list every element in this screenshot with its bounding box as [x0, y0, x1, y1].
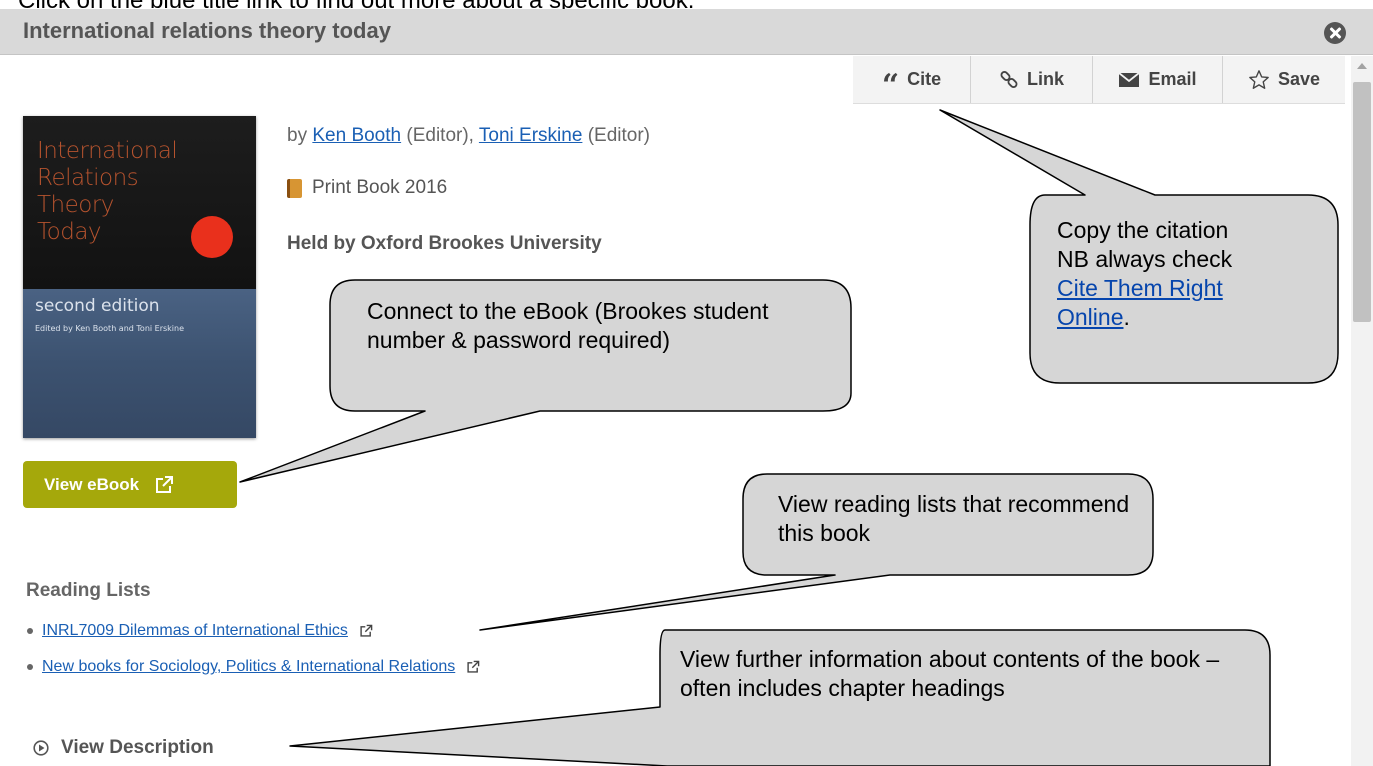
view-description-label: View Description: [61, 737, 214, 758]
cite-label: Cite: [907, 69, 942, 89]
author-link-toni-erskine[interactable]: Toni Erskine: [479, 125, 583, 146]
title-bar: International relations theory today: [0, 9, 1373, 55]
bullet-icon: [27, 628, 33, 634]
star-icon: [1249, 69, 1269, 89]
cite-them-right-link[interactable]: Cite Them Right Online: [1057, 275, 1223, 330]
email-label: Email: [1148, 69, 1197, 89]
book-icon: [287, 178, 302, 198]
author-link-ken-booth[interactable]: Ken Booth: [312, 125, 401, 146]
record-title: International relations theory today: [23, 18, 391, 43]
email-button[interactable]: Email: [1093, 56, 1223, 103]
list-item: New books for Sociology, Politics & Inte…: [27, 657, 480, 677]
lists-callout-text: View reading lists that recommend this b…: [778, 491, 1130, 546]
save-label: Save: [1277, 69, 1321, 89]
envelope-icon: [1118, 71, 1141, 87]
cite-callout-line2: NB always check: [1057, 246, 1233, 272]
cite-callout-period: .: [1123, 304, 1130, 330]
cover-title: International Relations Theory Today: [37, 138, 178, 245]
by-prefix: by: [287, 125, 308, 146]
format-label: Print Book 2016: [312, 177, 448, 198]
author-role: (Editor),: [406, 125, 474, 146]
cover-edition: second edition: [35, 296, 160, 316]
ebook-callout-text: Connect to the eBook (Brookes student nu…: [367, 298, 769, 353]
view-description-toggle[interactable]: View Description: [33, 737, 214, 759]
close-circle-icon[interactable]: [1324, 22, 1346, 44]
save-button[interactable]: Save: [1223, 56, 1345, 103]
cite-button[interactable]: “ Cite: [853, 56, 971, 103]
reading-list-link[interactable]: INRL7009 Dilemmas of International Ethic…: [42, 621, 348, 641]
external-link-icon: [156, 475, 174, 493]
holdings-text: Held by Oxford Brookes University: [287, 233, 602, 254]
cover-circle-graphic: [191, 216, 233, 258]
view-ebook-label: View eBook: [44, 474, 140, 494]
format-line: Print Book 2016: [287, 177, 447, 199]
link-button[interactable]: Link: [971, 56, 1093, 103]
cover-editors: Edited by Ken Booth and Toni Erskine: [35, 324, 185, 333]
author-byline: by Ken Booth (Editor), Toni Erskine (Edi…: [287, 125, 650, 147]
scroll-thumb[interactable]: [1353, 82, 1371, 322]
description-callout-text: View further information about contents …: [680, 646, 1220, 701]
link-label: Link: [1026, 69, 1064, 89]
book-cover-image[interactable]: International Relations Theory Today sec…: [23, 116, 256, 438]
list-item: INRL7009 Dilemmas of International Ethic…: [27, 621, 480, 641]
action-toolbar: “ Cite Link Email Save: [853, 56, 1345, 104]
view-ebook-button[interactable]: View eBook: [23, 461, 237, 508]
bullet-icon: [27, 664, 33, 670]
external-link-icon: [467, 660, 480, 673]
author-role: (Editor): [587, 125, 650, 146]
quote-icon: “: [881, 67, 900, 103]
cite-callout-line1: Copy the citation: [1057, 217, 1229, 243]
reading-list-link[interactable]: New books for Sociology, Politics & Inte…: [42, 657, 455, 677]
scroll-up-arrow-icon[interactable]: [1357, 63, 1367, 69]
reading-lists-heading: Reading Lists: [26, 580, 151, 601]
cite-callout-text: Copy the citation NB always check Cite T…: [1057, 216, 1297, 332]
link-icon: [1000, 70, 1018, 88]
play-circle-icon: [33, 740, 49, 756]
external-link-icon: [360, 624, 373, 637]
reading-lists: INRL7009 Dilemmas of International Ethic…: [27, 621, 480, 693]
scrollbar[interactable]: [1351, 56, 1373, 766]
